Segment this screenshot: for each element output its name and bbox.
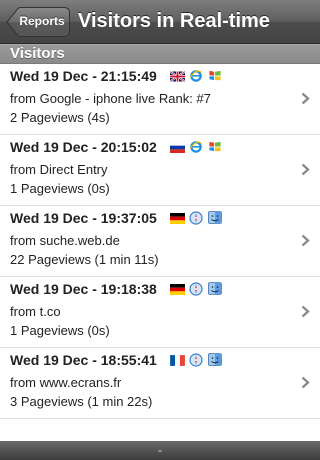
germany-flag-icon	[170, 282, 185, 295]
safari-icon	[189, 211, 204, 225]
bottom-toolbar: -	[0, 441, 320, 460]
russia-flag-icon	[169, 140, 186, 153]
chevron-right-icon	[301, 376, 310, 389]
visit-referrer: from Direct Entry	[10, 162, 108, 177]
chevron-right-icon	[301, 163, 310, 176]
section-header-visitors: Visitors	[0, 44, 320, 64]
visitor-icons	[170, 282, 223, 296]
mac-finder-icon	[208, 211, 223, 224]
visit-time: Wed 19 Dec - 18:55:41	[10, 352, 157, 368]
uk-flag-icon	[169, 69, 186, 83]
visitor-icons	[169, 353, 223, 367]
chevron-right-icon	[301, 305, 310, 318]
visitor-row[interactable]: Wed 19 Dec - 18:55:41 from www.ecrans.fr…	[0, 348, 320, 419]
mac-finder-icon	[208, 353, 223, 366]
navigation-bar: Reports Visitors in Real-time	[0, 0, 320, 44]
back-button-label: Reports	[19, 14, 65, 28]
visitor-row[interactable]: Wed 19 Dec - 20:15:02 from Direct Entry …	[0, 135, 320, 206]
section-title: Visitors	[10, 45, 65, 62]
visit-referrer: from Google - iphone live Rank: #7	[10, 91, 211, 106]
safari-icon	[189, 353, 204, 367]
visitor-icons	[169, 140, 223, 153]
visit-pageviews: 1 Pageviews (0s)	[10, 181, 110, 196]
internet-explorer-icon	[189, 140, 204, 153]
safari-icon	[189, 282, 204, 296]
visit-pageviews: 1 Pageviews (0s)	[10, 323, 110, 338]
chevron-right-icon	[301, 92, 310, 105]
mac-finder-icon	[208, 282, 223, 295]
visitor-row[interactable]: Wed 19 Dec - 19:37:05 from suche.web.de …	[0, 206, 320, 277]
page-title: Visitors in Real-time	[78, 10, 270, 32]
visitor-icons	[170, 211, 223, 225]
germany-flag-icon	[170, 211, 185, 224]
visitor-list: Wed 19 Dec - 21:15:49 from Google - ipho…	[0, 64, 320, 419]
visit-referrer: from t.co	[10, 304, 61, 319]
windows-icon	[208, 69, 223, 82]
visit-referrer: from suche.web.de	[10, 233, 120, 248]
visitor-row[interactable]: Wed 19 Dec - 19:18:38 from t.co 1 Pagevi…	[0, 277, 320, 348]
france-flag-icon	[169, 353, 186, 367]
visit-time: Wed 19 Dec - 19:18:38	[10, 281, 157, 297]
visit-referrer: from www.ecrans.fr	[10, 375, 122, 390]
visit-pageviews: 22 Pageviews (1 min 11s)	[10, 252, 159, 267]
visit-pageviews: 2 Pageviews (4s)	[10, 110, 110, 125]
visit-pageviews: 3 Pageviews (1 min 22s)	[10, 394, 153, 409]
reports-back-button[interactable]: Reports	[6, 7, 70, 37]
chevron-right-icon	[301, 234, 310, 247]
visit-time: Wed 19 Dec - 19:37:05	[10, 210, 157, 226]
visit-time: Wed 19 Dec - 21:15:49	[10, 68, 157, 84]
toolbar-label: -	[158, 443, 162, 457]
internet-explorer-icon	[189, 69, 204, 82]
visitor-icons	[169, 69, 223, 83]
visitor-row[interactable]: Wed 19 Dec - 21:15:49 from Google - ipho…	[0, 64, 320, 135]
visit-time: Wed 19 Dec - 20:15:02	[10, 139, 157, 155]
windows-icon	[208, 140, 223, 153]
